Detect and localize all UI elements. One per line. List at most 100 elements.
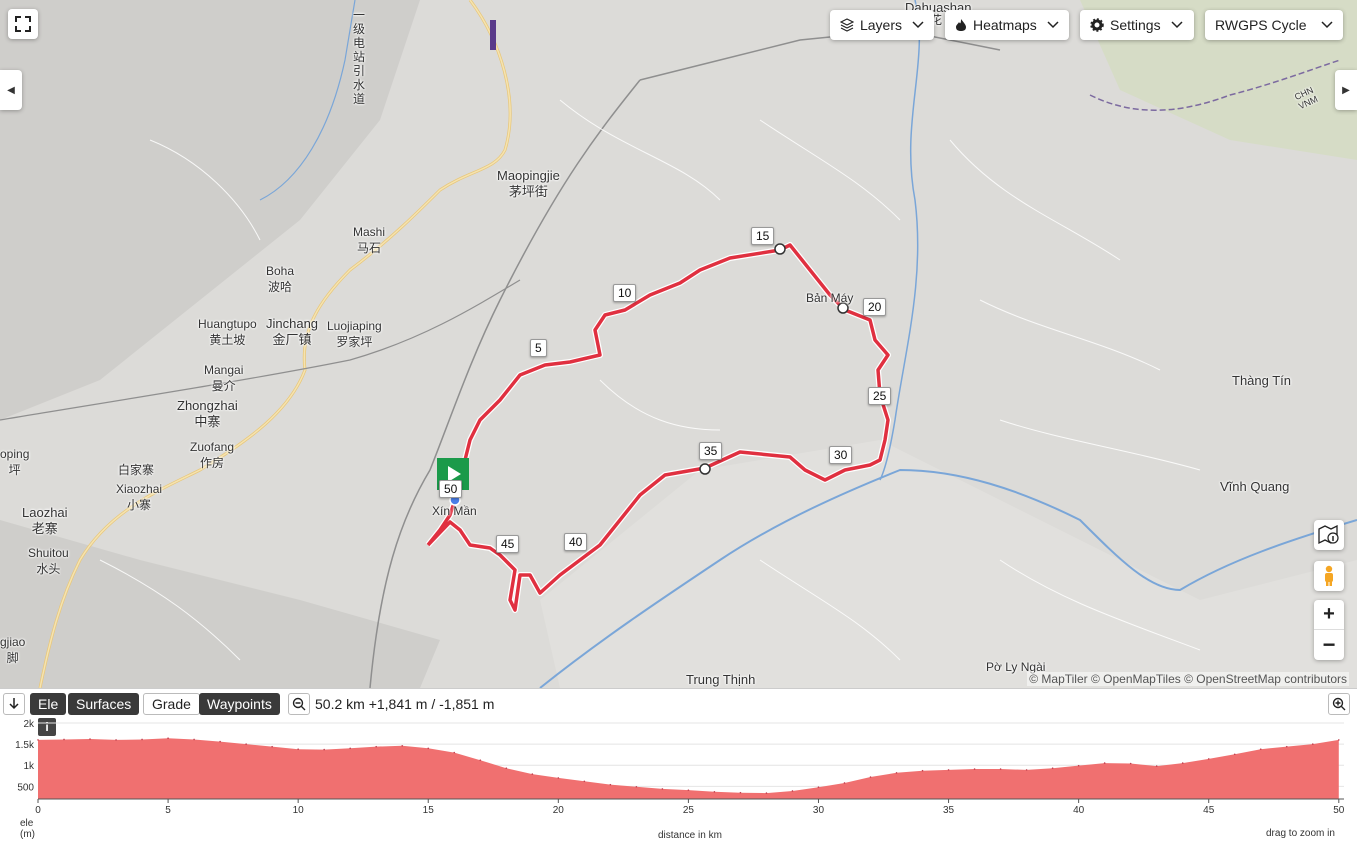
km-marker: 40 (564, 533, 588, 551)
elevation-point (1233, 753, 1236, 756)
canal-label: 一级电站引水道 (352, 8, 365, 106)
waypoint-marker (699, 463, 711, 475)
place-label: Xiaozhai 小寨 (116, 482, 163, 512)
x-tick-label: 45 (1203, 805, 1215, 816)
place-label: oping 坪 (0, 447, 30, 477)
x-tick-label: 50 (1333, 805, 1345, 816)
layers-dropdown[interactable]: Layers (830, 10, 934, 40)
map-info-icon (1318, 525, 1339, 545)
elevation-point (453, 751, 456, 754)
km-marker: 35 (699, 442, 723, 460)
elevation-point (843, 782, 846, 784)
x-tick-label: 25 (683, 805, 695, 816)
elevation-point (141, 738, 143, 741)
km-marker: 25 (868, 387, 892, 405)
elevation-point (1129, 762, 1132, 765)
zoom-out-chart-button[interactable] (288, 693, 310, 715)
elevation-point (323, 748, 325, 751)
flame-icon (956, 19, 966, 31)
elevation-point (947, 769, 950, 771)
elevation-point (375, 745, 378, 748)
zoom-in-icon (1332, 697, 1346, 711)
zoom-in-button[interactable]: + (1314, 600, 1344, 630)
place-label: Mashi 马石 (353, 225, 386, 255)
elevation-point (193, 738, 195, 741)
place-label: Bản Máy (806, 291, 854, 305)
elevation-point (1311, 743, 1314, 745)
x-tick-label: 10 (293, 805, 305, 816)
x-tick-label: 35 (943, 805, 955, 816)
elevation-chart[interactable]: 2k 1.5k 1k 500 0 5 10 15 20 25 30 35 40 45 50 (0, 715, 1357, 848)
left-panel-toggle[interactable]: ◀ (0, 70, 22, 110)
elevation-point (895, 772, 898, 774)
elevation-point (1103, 762, 1106, 764)
heatmaps-label: Heatmaps (973, 17, 1037, 33)
place-label: Zuofang 作房 (190, 440, 235, 470)
tab-surfaces[interactable]: Surfaces (68, 693, 140, 715)
chevron-down-icon (912, 21, 924, 29)
elevation-point (1285, 745, 1288, 748)
km-marker: 10 (613, 284, 637, 302)
elevation-point (401, 745, 404, 747)
elevation-point (869, 776, 872, 778)
place-label: Thàng Tín (1232, 373, 1292, 388)
basemap-label: RWGPS Cycle (1215, 17, 1307, 33)
x-tick-label: 20 (553, 805, 565, 816)
place-label: 白家寨 (118, 463, 155, 477)
km-marker: 20 (863, 298, 887, 316)
map-attribution[interactable]: © MapTiler © OpenMapTiles © OpenStreetMa… (1027, 672, 1349, 686)
elevation-point (661, 788, 664, 790)
y-tick-label: 1k (23, 761, 35, 772)
route-summary: 50.2 km +1,841 m / -1,851 m (315, 696, 495, 712)
map-view[interactable]: Dahuashan 花 一级电站引水道 Maopingjie 茅坪街 Mashi 马… (0, 0, 1357, 688)
elevation-point (583, 780, 586, 783)
y-tick-label: 2k (23, 719, 35, 730)
fullscreen-button[interactable] (8, 9, 38, 39)
elevation-point (349, 747, 351, 750)
place-label: Laozhai 老寨 (22, 505, 68, 536)
layers-icon (840, 18, 854, 32)
right-panel-toggle[interactable]: ▶ (1335, 70, 1357, 110)
km-marker: 50 (439, 480, 463, 498)
y-tick-label: 500 (17, 782, 34, 793)
elevation-point (765, 792, 768, 794)
elevation-point (817, 786, 820, 788)
fullscreen-icon (15, 16, 31, 32)
elevation-point (1259, 748, 1262, 750)
place-label: Xín Mần (432, 504, 477, 518)
place-label: Shuitou 水头 (28, 546, 69, 576)
settings-dropdown[interactable]: Settings (1080, 10, 1194, 40)
zoom-in-chart-button[interactable] (1328, 693, 1350, 715)
zoom-hint: drag to zoom in (1266, 828, 1335, 839)
collapse-panel-button[interactable] (3, 693, 25, 715)
chevron-down-icon (1171, 21, 1183, 29)
place-label: Jinchang 金厂镇 (266, 316, 319, 347)
elevation-point (921, 769, 924, 772)
map-info-button[interactable] (1314, 520, 1344, 550)
elevation-point (479, 759, 482, 761)
x-tick-label: 5 (165, 805, 171, 816)
tab-ele[interactable]: Ele (30, 693, 67, 715)
y-axis-label: ele (20, 818, 34, 829)
km-marker: 15 (751, 227, 775, 245)
x-tick-label: 40 (1073, 805, 1085, 816)
tab-grade[interactable]: Grade (143, 693, 200, 715)
chevron-down-icon (1321, 21, 1333, 29)
heatmaps-dropdown[interactable]: Heatmaps (945, 10, 1069, 40)
x-tick-label: 0 (35, 805, 41, 816)
y-tick-label: 1.5k (15, 740, 35, 751)
elevation-point (791, 790, 794, 792)
zoom-controls: + − (1314, 600, 1344, 660)
street-view-button[interactable] (1314, 561, 1344, 591)
elevation-point (297, 748, 299, 750)
elevation-point (1025, 769, 1028, 771)
elevation-point (167, 737, 169, 739)
place-label: Trung Thịnh (686, 672, 756, 687)
zoom-out-button[interactable]: − (1314, 630, 1344, 660)
zoom-out-icon (292, 697, 306, 711)
elevation-point (37, 739, 39, 741)
waypoint-marker (774, 243, 786, 255)
tab-waypoints[interactable]: Waypoints (199, 693, 280, 715)
basemap-dropdown[interactable]: RWGPS Cycle (1205, 10, 1343, 40)
elevation-point (635, 785, 638, 788)
